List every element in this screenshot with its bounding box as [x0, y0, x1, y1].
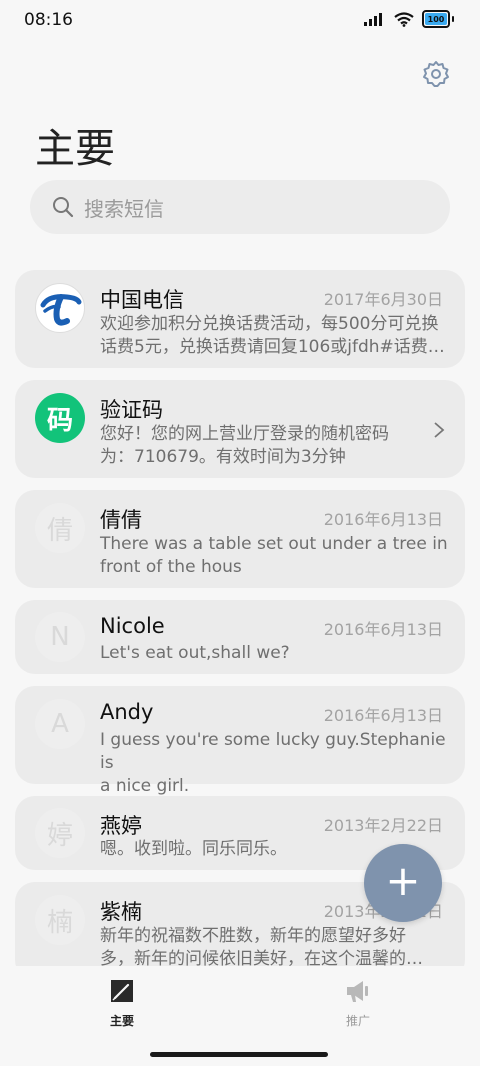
search-icon [53, 197, 74, 218]
preview-line: 话费5元，兑换话费请回复106或jfdh#话费… [100, 337, 445, 357]
message-preview: Let's eat out,shall we? [100, 642, 450, 665]
contact-name: 中国电信 [100, 288, 184, 312]
battery-nub [452, 16, 454, 22]
avatar: 倩 [35, 503, 85, 553]
preview-line: I guess you're some lucky guy.Stephanie … [100, 730, 446, 773]
tab-label: 主要 [109, 1014, 134, 1028]
contact-name: 燕婷 [100, 814, 142, 838]
message-date: 2016年6月13日 [323, 510, 443, 529]
battery-icon: 100 [422, 10, 450, 28]
message-date: 2017年6月30日 [323, 290, 443, 309]
avatar: 楠 [35, 895, 85, 945]
preview-line: a nice girl. [100, 776, 190, 796]
contact-name: Andy [100, 700, 154, 724]
page-title: 主要 [35, 126, 115, 172]
preview-line: 新年的祝福数不胜数，新年的愿望好多好 [100, 926, 406, 946]
message-preview: There was a table set out under a tree i… [100, 533, 450, 579]
china-telecom-logo [35, 283, 85, 333]
clock: 08:16 [24, 10, 73, 30]
message-date: 2016年6月13日 [323, 706, 443, 725]
conversation-item[interactable]: 码 验证码 您好！您的网上营业厅登录的随机密码 为：710679。有效时间为3分… [15, 380, 465, 478]
search-placeholder: 搜索短信 [84, 196, 164, 221]
search-bar[interactable]: 搜索短信 [30, 180, 450, 234]
telecom-logo-icon [40, 294, 82, 326]
conversation-item[interactable]: 倩 倩倩 2016年6月13日 There was a table set ou… [15, 490, 465, 588]
plus-icon: + [385, 856, 421, 905]
preview-line: front of the hous [100, 557, 242, 577]
preview-line: There was a table set out under a tree i… [100, 534, 448, 554]
avatar: N [35, 612, 85, 662]
signal-icon [364, 13, 382, 26]
preview-line: 为：710679。有效时间为3分钟 [100, 447, 346, 467]
message-preview: 您好！您的网上营业厅登录的随机密码 为：710679。有效时间为3分钟 [100, 423, 420, 469]
tab-promotions[interactable]: 推广 [318, 978, 398, 1029]
bottom-nav: 主要 推广 [0, 966, 480, 1066]
conversation-item[interactable]: A Andy 2016年6月13日 I guess you're some lu… [15, 686, 465, 796]
status-bar: 08:16 100 [0, 0, 480, 40]
contact-name: 紫楠 [100, 900, 142, 924]
message-preview: I guess you're some lucky guy.Stephanie … [100, 729, 450, 798]
contact-name: 验证码 [100, 398, 163, 422]
preview-line: 您好！您的网上营业厅登录的随机密码 [100, 424, 389, 444]
tab-main[interactable]: 主要 [82, 978, 162, 1029]
new-message-button[interactable]: + [364, 844, 442, 922]
avatar: A [35, 699, 85, 749]
tab-label: 推广 [345, 1014, 370, 1028]
chevron-right-icon[interactable] [433, 421, 445, 439]
battery-level: 100 [427, 14, 445, 24]
contact-name: Nicole [100, 614, 165, 638]
message-date: 2013年2月22日 [323, 816, 443, 835]
conversation-item[interactable]: N Nicole 2016年6月13日 Let's eat out,shall … [15, 600, 465, 674]
avatar: 婷 [35, 808, 85, 858]
avatar: 码 [35, 393, 85, 443]
gear-icon[interactable] [422, 60, 450, 88]
message-preview: 欢迎参加积分兑换话费活动，每500分可兑换 话费5元，兑换话费请回复106或jf… [100, 313, 450, 359]
wifi-icon [394, 11, 414, 27]
contact-name: 倩倩 [100, 508, 142, 532]
compose-icon [111, 980, 133, 1002]
system-icons: 100 [364, 10, 454, 28]
preview-line: 欢迎参加积分兑换话费活动，每500分可兑换 [100, 314, 439, 334]
message-date: 2016年6月13日 [323, 620, 443, 639]
message-preview: 新年的祝福数不胜数，新年的愿望好多好 多，新年的问候依旧美好，在这个温馨的… [100, 925, 450, 971]
home-indicator[interactable] [150, 1052, 328, 1057]
conversation-item[interactable]: 中国电信 2017年6月30日 欢迎参加积分兑换话费活动，每500分可兑换 话费… [15, 270, 465, 368]
megaphone-icon [347, 981, 368, 1002]
preview-line: Let's eat out,shall we? [100, 643, 290, 663]
